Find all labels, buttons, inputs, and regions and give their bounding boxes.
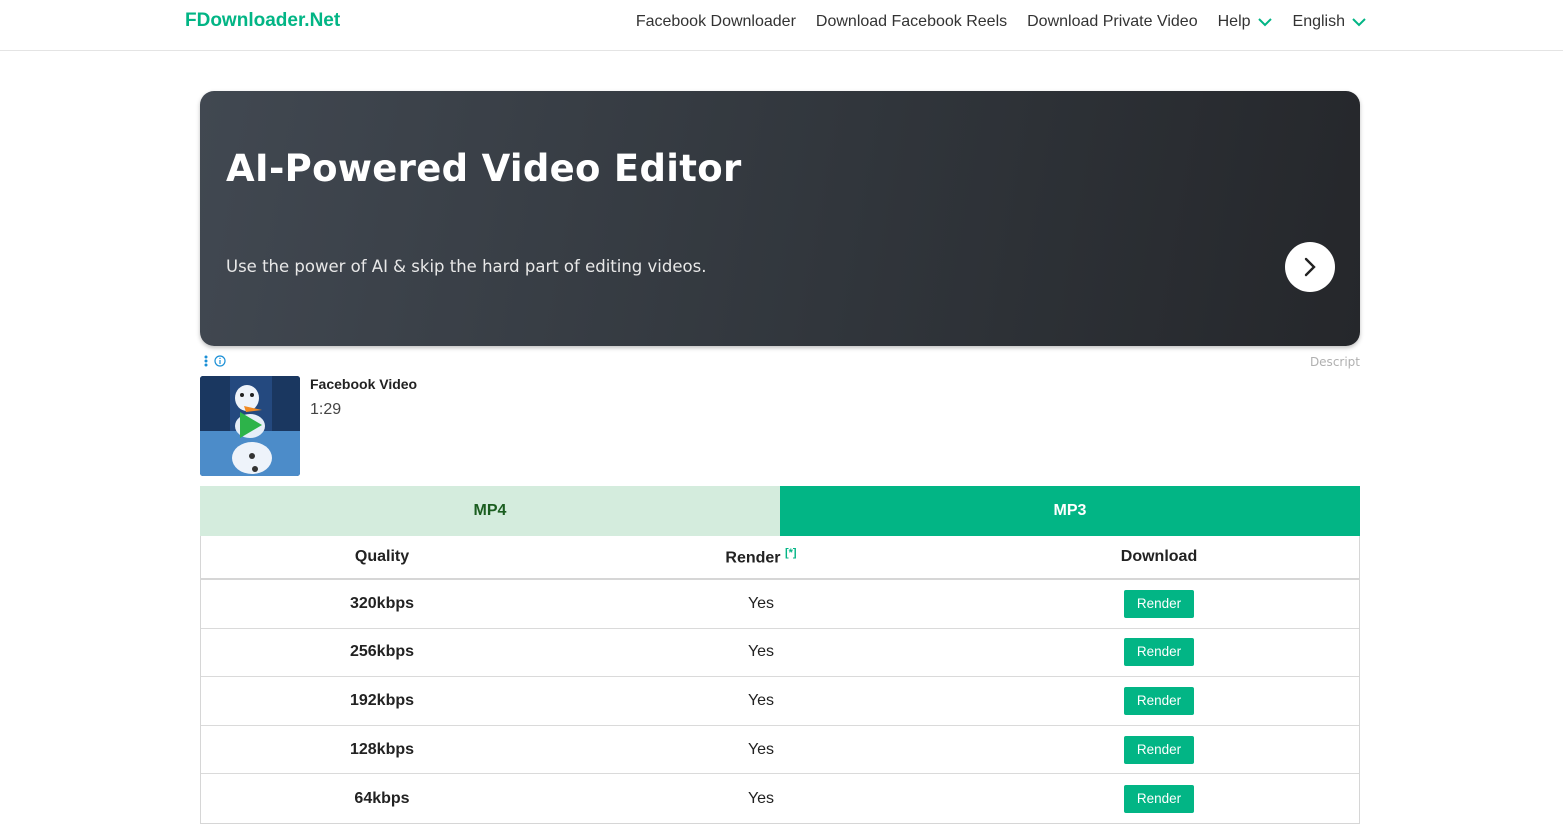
render-cell: Yes <box>747 740 775 758</box>
table-header-row: Quality Render [*] Download <box>201 536 1359 580</box>
download-cell: Render <box>959 589 1359 618</box>
nav-label: Help <box>1217 13 1251 30</box>
video-title: Facebook Video <box>310 376 418 392</box>
table-row: 128kbps Yes Render <box>201 726 1359 775</box>
quality-cell: 320kbps <box>349 594 415 612</box>
nav-help-dropdown[interactable]: Help <box>1218 13 1273 31</box>
render-cell: Yes <box>747 789 775 807</box>
tab-mp3[interactable]: MP3 <box>780 486 1360 536</box>
chevron-down-icon <box>1257 18 1272 27</box>
nav-download-private-video[interactable]: Download Private Video <box>1027 13 1197 31</box>
quality-cell: 128kbps <box>349 740 415 758</box>
site-header: FDownloader.Net Facebook Downloader Down… <box>0 0 1563 51</box>
quality-cell: 256kbps <box>349 643 415 661</box>
nav-language-dropdown[interactable]: English <box>1293 13 1367 31</box>
quality-cell: 192kbps <box>349 691 415 709</box>
site-logo[interactable]: FDownloader.Net <box>185 10 340 32</box>
play-icon <box>240 412 262 438</box>
download-cell: Render <box>959 686 1359 715</box>
table-row: 64kbps Yes Render <box>201 774 1359 823</box>
header-download: Download <box>1120 548 1198 565</box>
render-cell: Yes <box>747 691 775 709</box>
render-button[interactable]: Render <box>1124 589 1194 618</box>
chevron-right-icon <box>1304 257 1316 277</box>
header-render: Render [*] <box>563 547 959 567</box>
nav-label: Download Facebook Reels <box>815 13 1008 30</box>
more-vertical-icon[interactable] <box>203 355 209 367</box>
render-cell: Yes <box>747 643 775 661</box>
nav-facebook-downloader[interactable]: Facebook Downloader <box>636 13 796 31</box>
video-thumbnail[interactable] <box>200 376 300 476</box>
render-button[interactable]: Render <box>1124 686 1194 715</box>
render-cell: Yes <box>747 594 775 612</box>
nav-label: English <box>1292 13 1345 30</box>
download-table: Quality Render [*] Download 320kbps Yes … <box>200 536 1360 824</box>
ad-title: AI-Powered Video Editor <box>226 147 742 190</box>
nav-label: Download Private Video <box>1027 13 1198 30</box>
nav-download-facebook-reels[interactable]: Download Facebook Reels <box>816 13 1007 31</box>
render-button[interactable]: Render <box>1124 784 1194 813</box>
quality-cell: 64kbps <box>354 789 410 807</box>
nav-label: Facebook Downloader <box>635 13 796 30</box>
ad-subtitle: Use the power of AI & skip the hard part… <box>226 257 707 276</box>
table-row: 320kbps Yes Render <box>201 580 1359 629</box>
download-cell: Render <box>959 638 1359 667</box>
render-button[interactable]: Render <box>1124 638 1194 667</box>
download-cell: Render <box>959 735 1359 764</box>
download-cell: Render <box>959 784 1359 813</box>
main-nav: Facebook Downloader Download Facebook Re… <box>616 0 1367 44</box>
video-duration: 1:29 <box>310 401 342 418</box>
render-button[interactable]: Render <box>1124 735 1194 764</box>
ad-sponsor: Descript <box>1309 355 1360 369</box>
table-row: 192kbps Yes Render <box>201 677 1359 726</box>
header-render-label: Render <box>725 549 781 567</box>
table-row: 256kbps Yes Render <box>201 629 1359 678</box>
tab-mp4[interactable]: MP4 <box>200 486 780 536</box>
format-tabs: MP4 MP3 <box>200 486 1360 536</box>
header-quality: Quality <box>354 548 410 565</box>
ad-banner[interactable]: AI-Powered Video Editor Use the power of… <box>200 91 1360 346</box>
ad-choices <box>203 355 226 367</box>
render-note-link[interactable]: [*] <box>785 547 797 559</box>
ad-next-button[interactable] <box>1285 242 1335 292</box>
info-icon[interactable] <box>214 355 226 367</box>
chevron-down-icon <box>1352 18 1366 27</box>
